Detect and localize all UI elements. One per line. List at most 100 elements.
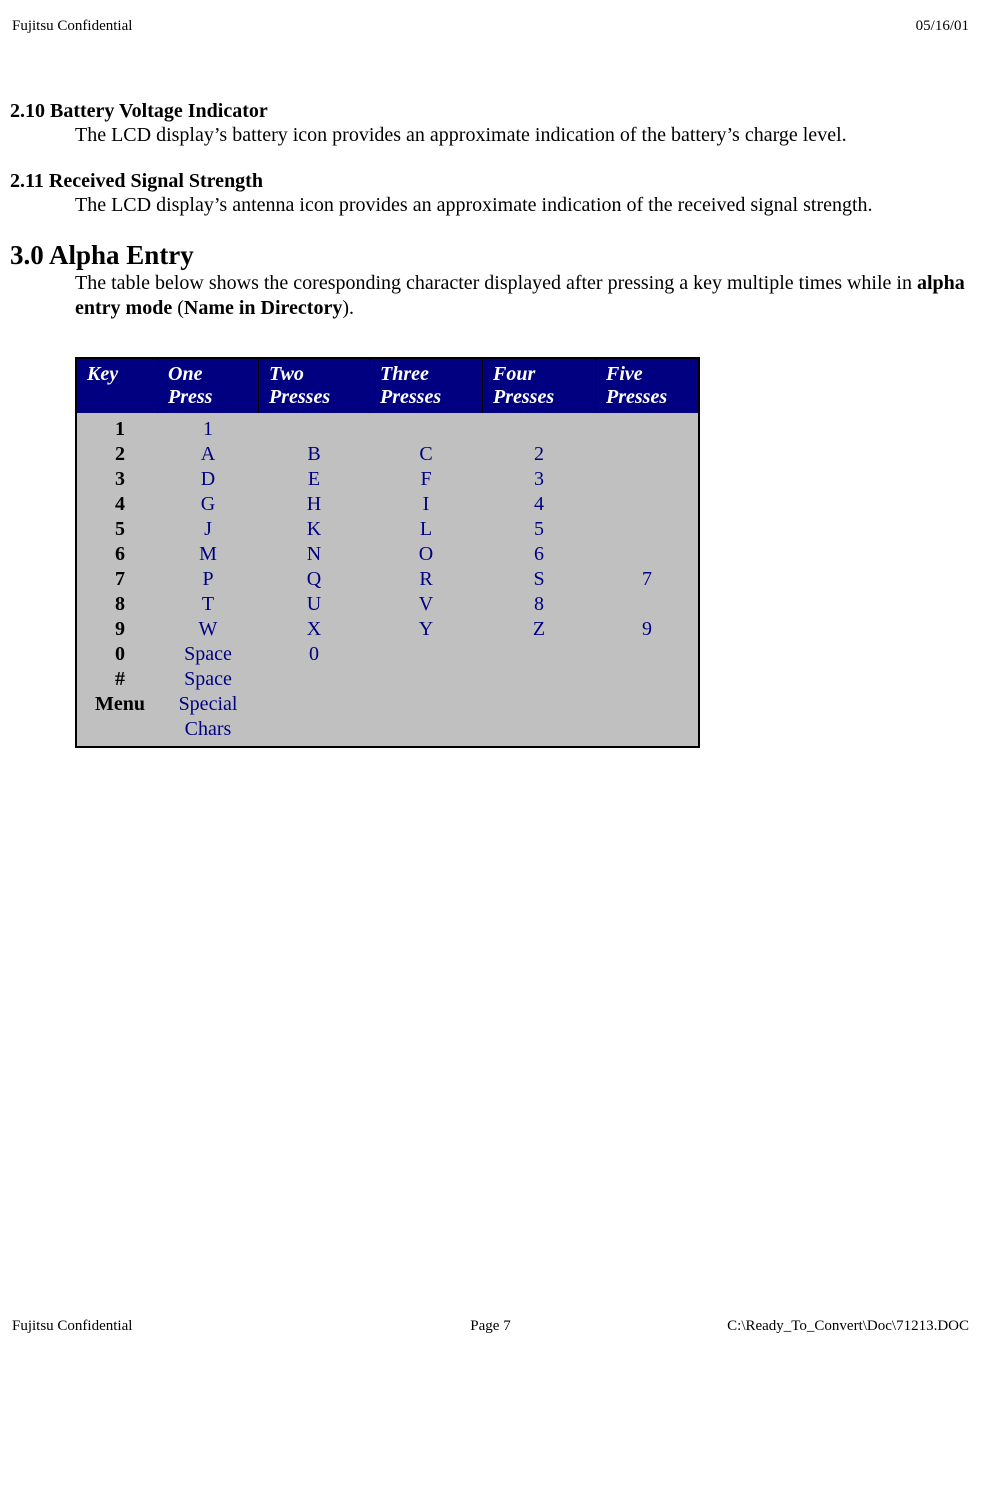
cell-four: [483, 642, 596, 667]
cell-two: [259, 692, 370, 747]
cell-four: [483, 692, 596, 747]
alpha-entry-table: Key One Press Two Presses Three Presses: [75, 357, 700, 748]
cell-three: R: [370, 567, 483, 592]
cell-five: [596, 467, 700, 492]
cell-one: W: [158, 617, 259, 642]
cell-three: C: [370, 442, 483, 467]
cell-two: [259, 667, 370, 692]
cell-two: N: [259, 542, 370, 567]
cell-five: 9: [596, 617, 700, 642]
cell-four: [483, 413, 596, 442]
header-left: Fujitsu Confidential: [12, 18, 132, 35]
cell-one: A: [158, 442, 259, 467]
th-five-line2: Presses: [606, 386, 667, 408]
cell-three: F: [370, 467, 483, 492]
cell-one: T: [158, 592, 259, 617]
th-four-line1: Four: [493, 363, 535, 385]
header-right: 05/16/01: [916, 18, 969, 35]
cell-five: [596, 692, 700, 747]
page-content: 2.10 Battery Voltage Indicator The LCD d…: [10, 100, 971, 748]
cell-three: Y: [370, 617, 483, 642]
alpha-entry-table-wrap: Key One Press Two Presses Three Presses: [75, 357, 971, 748]
cell-two: 0: [259, 642, 370, 667]
cell-three: V: [370, 592, 483, 617]
section-2-10-heading: 2.10 Battery Voltage Indicator: [10, 100, 971, 123]
table-row: 3 D E F 3: [76, 467, 699, 492]
cell-key: 8: [76, 592, 158, 617]
cell-four: 8: [483, 592, 596, 617]
cell-four: [483, 667, 596, 692]
cell-four: 2: [483, 442, 596, 467]
table-row: 2 A B C 2: [76, 442, 699, 467]
cell-five: 7: [596, 567, 700, 592]
th-three-line2: Presses: [380, 386, 441, 408]
table-row: 6 M N O 6: [76, 542, 699, 567]
table-row: 9 W X Y Z 9: [76, 617, 699, 642]
table-row: # Space: [76, 667, 699, 692]
cell-three: [370, 642, 483, 667]
cell-three: O: [370, 542, 483, 567]
cell-one: Special Chars: [158, 692, 259, 747]
cell-key: 2: [76, 442, 158, 467]
cell-four: 5: [483, 517, 596, 542]
th-two: Two Presses: [259, 358, 370, 413]
table-row: 4 G H I 4: [76, 492, 699, 517]
cell-five: [596, 542, 700, 567]
section-2-11-heading: 2.11 Received Signal Strength: [10, 170, 971, 193]
cell-four: 4: [483, 492, 596, 517]
cell-five: [596, 592, 700, 617]
cell-four: S: [483, 567, 596, 592]
cell-three: L: [370, 517, 483, 542]
cell-one: Space: [158, 667, 259, 692]
cell-two: X: [259, 617, 370, 642]
section-3-0-heading: 3.0 Alpha Entry: [10, 240, 971, 271]
cell-four: Z: [483, 617, 596, 642]
th-three: Three Presses: [370, 358, 483, 413]
cell-five: [596, 642, 700, 667]
cell-three: I: [370, 492, 483, 517]
section-3-0-body-bold2: Name in Directory: [184, 297, 342, 319]
th-five-line1: Five: [606, 363, 643, 385]
cell-two: H: [259, 492, 370, 517]
page-footer: Fujitsu Confidential Page 7 C:\Ready_To_…: [10, 1318, 971, 1335]
cell-key: 1: [76, 413, 158, 442]
section-3-0-body: The table below shows the coresponding c…: [75, 271, 971, 321]
cell-one: M: [158, 542, 259, 567]
section-3-0-body-pre: The table below shows the coresponding c…: [75, 272, 917, 294]
section-3-0-body-post: ).: [342, 297, 354, 319]
footer-center: Page 7: [331, 1318, 650, 1335]
cell-two: E: [259, 467, 370, 492]
table-row: 8 T U V 8: [76, 592, 699, 617]
table-row: 5 J K L 5: [76, 517, 699, 542]
cell-one: P: [158, 567, 259, 592]
th-three-line1: Three: [380, 363, 429, 385]
section-3-0-body-mid: (: [172, 297, 184, 319]
section-2-11-body: The LCD display’s antenna icon provides …: [75, 193, 971, 218]
table-row: 0 Space 0: [76, 642, 699, 667]
cell-two: [259, 413, 370, 442]
cell-five: [596, 413, 700, 442]
th-five: Five Presses: [596, 358, 700, 413]
table-body: 1 1 2 A B C 2 3 D E: [76, 413, 699, 747]
table-row: Menu Special Chars: [76, 692, 699, 747]
footer-right: C:\Ready_To_Convert\Doc\71213.DOC: [650, 1318, 969, 1335]
cell-two: U: [259, 592, 370, 617]
cell-four: 3: [483, 467, 596, 492]
cell-five: [596, 667, 700, 692]
cell-two: B: [259, 442, 370, 467]
cell-one: G: [158, 492, 259, 517]
th-four-line2: Presses: [493, 386, 554, 408]
section-2-10-body: The LCD display’s battery icon provides …: [75, 123, 971, 148]
cell-five: [596, 442, 700, 467]
cell-five: [596, 492, 700, 517]
table-row: 7 P Q R S 7: [76, 567, 699, 592]
th-one-line2: Press: [168, 386, 212, 408]
cell-five: [596, 517, 700, 542]
table-header-row: Key One Press Two Presses Three Presses: [76, 358, 699, 413]
cell-one: 1: [158, 413, 259, 442]
cell-one: J: [158, 517, 259, 542]
cell-two: Q: [259, 567, 370, 592]
cell-three: [370, 692, 483, 747]
cell-key: 9: [76, 617, 158, 642]
th-one: One Press: [158, 358, 259, 413]
